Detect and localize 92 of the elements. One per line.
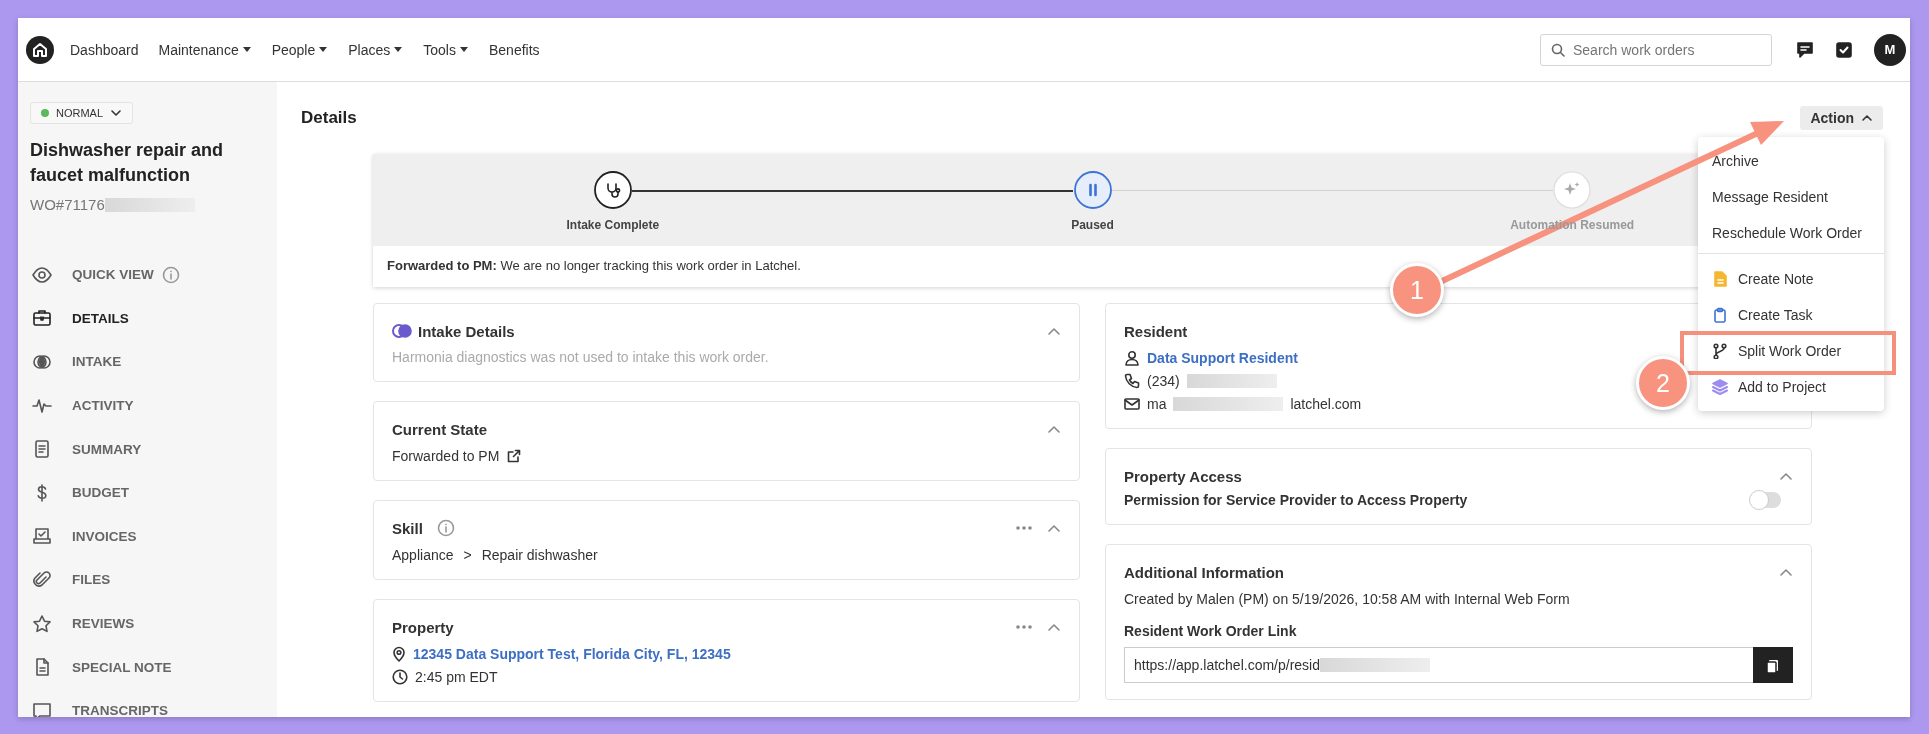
skill-category: Appliance xyxy=(392,547,454,563)
person-icon xyxy=(1124,350,1140,366)
status-dropdown[interactable]: NORMAL xyxy=(30,102,134,124)
field-label: Resident Work Order Link xyxy=(1124,623,1298,639)
nav-menu-item[interactable]: Places xyxy=(348,41,404,58)
card-title: Intake Details xyxy=(418,322,515,340)
sidebar-item[interactable]: BUDGET xyxy=(30,470,265,515)
menu-item[interactable]: Reschedule Work Order xyxy=(1712,219,1862,247)
overlapping-circles-icon xyxy=(392,323,412,339)
card-title: Skill xyxy=(392,519,423,537)
info-icon[interactable] xyxy=(436,519,455,537)
nav-menu-item[interactable]: People xyxy=(271,41,329,58)
branch-icon xyxy=(1712,343,1728,359)
menu-item[interactable]: Split Work Order xyxy=(1712,337,1842,365)
search-field[interactable]: Search work orders xyxy=(1540,33,1772,66)
work-order-title: Dishwasher repair and faucet malfunction xyxy=(30,139,225,187)
chevron-up-icon[interactable] xyxy=(1047,523,1061,533)
menu-item[interactable]: Message Resident xyxy=(1712,183,1828,211)
phone-icon xyxy=(1124,373,1140,389)
status-message: Forwarded to PM: We are no longer tracking this work order in Latchel. xyxy=(387,258,802,273)
document-icon xyxy=(32,439,52,460)
step-label: Paused xyxy=(1071,218,1114,232)
envelope-icon xyxy=(1124,397,1140,411)
star-icon xyxy=(32,613,52,634)
chevron-up-icon[interactable] xyxy=(1047,424,1061,434)
nav-menu-item[interactable]: Tools xyxy=(423,41,469,58)
sidebar-item[interactable]: INVOICES xyxy=(30,514,265,559)
card-title: Property Access xyxy=(1124,467,1242,485)
chat-bubble-icon xyxy=(32,700,52,717)
clipboard-icon xyxy=(1712,307,1728,323)
avatar-button[interactable]: M xyxy=(1874,33,1906,66)
sidebar-item[interactable]: SPECIAL NOTE xyxy=(30,645,265,689)
card-title: Resident xyxy=(1124,322,1188,340)
map-pin-icon xyxy=(392,646,406,662)
address-link[interactable]: 12345 Data Support Test, Florida City, FL, 12345 xyxy=(413,646,731,662)
sidebar-item[interactable]: ACTIVITY xyxy=(30,383,265,428)
nav-menu-item[interactable]: Dashboard xyxy=(70,41,139,58)
home-logo-icon[interactable] xyxy=(26,35,54,64)
work-order-number: WO#71176 xyxy=(30,196,105,213)
inbox-check-icon xyxy=(32,526,52,547)
more-icon[interactable] xyxy=(1015,525,1033,531)
overlapping-circles-icon xyxy=(32,352,52,372)
paperclip-icon xyxy=(32,569,52,590)
permission-label: Permission for Service Provider to Access Property xyxy=(1124,492,1468,508)
card-title: Property xyxy=(392,618,454,636)
more-icon[interactable] xyxy=(1015,624,1033,630)
sidebar-item[interactable]: SUMMARY xyxy=(30,427,265,471)
note-icon xyxy=(1712,271,1728,287)
toggle-switch[interactable] xyxy=(1751,492,1781,508)
sidebar-item[interactable]: FILES xyxy=(30,558,265,602)
email-start: ma xyxy=(1147,396,1167,412)
chevron-up-icon[interactable] xyxy=(1779,471,1793,481)
state-value: Forwarded to PM xyxy=(392,448,500,464)
eye-icon xyxy=(32,264,52,285)
card-title: Additional Information xyxy=(1124,563,1284,581)
sidebar-item[interactable]: DETAILS xyxy=(30,296,265,341)
nav-menu-item[interactable]: Maintenance xyxy=(158,41,252,58)
card-title: Current State xyxy=(392,420,488,438)
chevron-up-icon[interactable] xyxy=(1047,622,1061,632)
email-domain: latchel.com xyxy=(1290,396,1362,412)
action-button[interactable]: Action xyxy=(1800,106,1883,130)
step-label: Intake Complete xyxy=(566,218,660,232)
menu-item[interactable]: Create Note xyxy=(1712,265,1814,293)
briefcase-icon xyxy=(32,308,52,329)
external-link-icon[interactable] xyxy=(506,448,523,464)
time-text: 2:45 pm EDT xyxy=(415,669,498,685)
sidebar-item[interactable]: INTAKE xyxy=(30,340,265,384)
chevron-up-icon[interactable] xyxy=(1047,326,1061,336)
message-icon[interactable] xyxy=(1796,40,1814,59)
checkbox-icon[interactable] xyxy=(1836,41,1852,58)
description-text: Harmonia diagnostics was not used to intake this work order. xyxy=(392,349,770,365)
menu-item[interactable]: Create Task xyxy=(1712,301,1813,329)
stack-icon xyxy=(1712,379,1728,395)
resident-name-link[interactable]: Data Support Resident xyxy=(1147,350,1298,366)
menu-item[interactable]: Archive xyxy=(1712,147,1759,175)
skill-name: Repair dishwasher xyxy=(481,547,598,563)
copy-icon[interactable] xyxy=(1753,647,1793,683)
chevron-up-icon[interactable] xyxy=(1779,567,1793,577)
breadcrumb-separator: > xyxy=(463,547,472,563)
clock-icon xyxy=(392,669,408,685)
sidebar-item[interactable]: TRANSCRIPTS xyxy=(30,688,265,717)
menu-item[interactable]: Add to Project xyxy=(1712,373,1826,401)
info-icon[interactable] xyxy=(161,265,180,284)
sidebar-item[interactable]: QUICK VIEW xyxy=(30,253,265,297)
chevron-down-icon xyxy=(110,108,123,118)
created-info-text: Created by Malen (PM) on 5/19/2026, 10:58 AM with Internal Web Form xyxy=(1124,591,1571,607)
link-field: https://app.latchel.com/p/resid xyxy=(1124,647,1753,683)
nav-menu-item[interactable]: Benefits xyxy=(489,41,540,58)
phone-number: (234) xyxy=(1147,373,1180,389)
search-icon xyxy=(1551,42,1565,57)
sidebar-item[interactable]: REVIEWS xyxy=(30,601,265,646)
page-title: Details xyxy=(301,108,357,128)
